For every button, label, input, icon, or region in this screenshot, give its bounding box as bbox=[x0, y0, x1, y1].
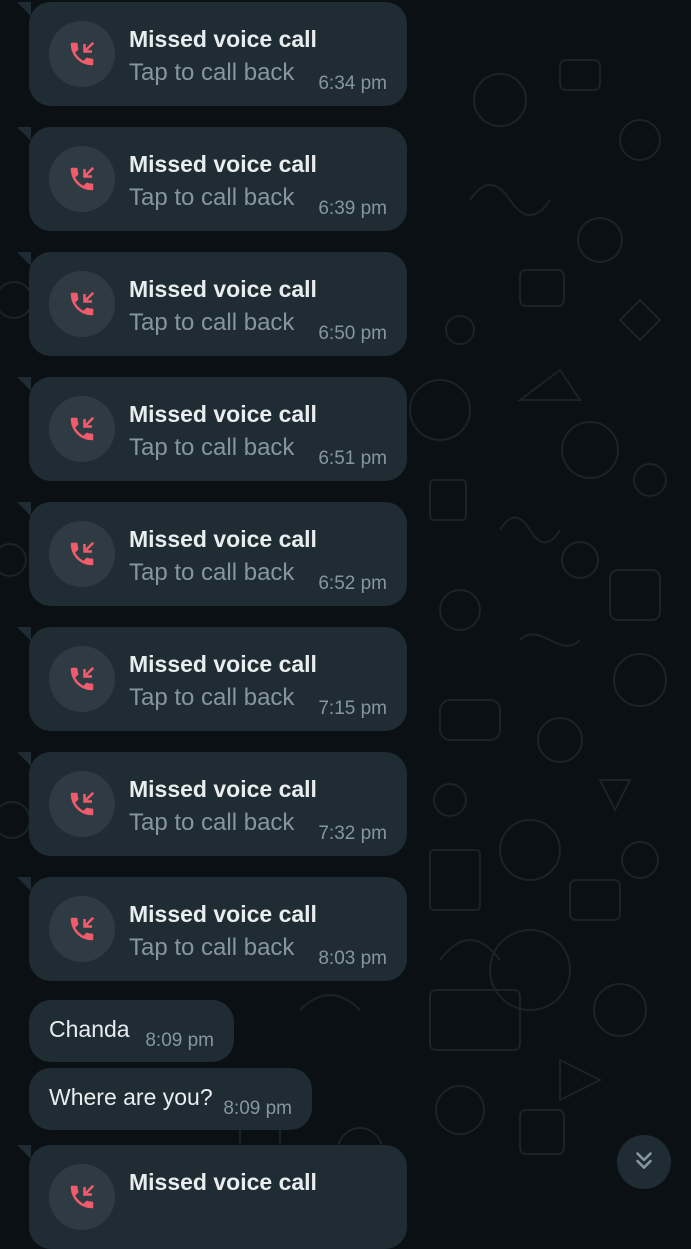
missed-call-bubble[interactable]: Missed voice call bbox=[17, 1145, 407, 1249]
missed-call-subtitle[interactable]: Tap to call back bbox=[129, 684, 294, 712]
text-message-bubble[interactable]: Chanda 8:09 pm bbox=[29, 1000, 234, 1062]
missed-call-bubble[interactable]: Missed voice call Tap to call back 6:34 pm bbox=[17, 2, 407, 106]
missed-call-icon bbox=[49, 896, 115, 962]
missed-call-title: Missed voice call bbox=[129, 901, 317, 927]
message-timestamp: 6:34 pm bbox=[318, 73, 387, 94]
missed-call-bubble[interactable]: Missed voice call Tap to call back 6:50 pm bbox=[17, 252, 407, 356]
missed-call-subtitle[interactable]: Tap to call back bbox=[129, 184, 294, 212]
missed-call-subtitle[interactable]: Tap to call back bbox=[129, 434, 294, 462]
missed-call-icon bbox=[49, 21, 115, 87]
message-timestamp: 7:32 pm bbox=[318, 823, 387, 844]
missed-call-title: Missed voice call bbox=[129, 776, 317, 802]
missed-call-bubble[interactable]: Missed voice call Tap to call back 6:52 pm bbox=[17, 502, 407, 606]
missed-call-subtitle[interactable]: Tap to call back bbox=[129, 559, 294, 587]
message-timestamp: 6:50 pm bbox=[318, 323, 387, 344]
missed-call-icon bbox=[49, 146, 115, 212]
missed-call-icon bbox=[49, 646, 115, 712]
double-chevron-down-icon bbox=[631, 1147, 657, 1178]
message-timestamp: 6:39 pm bbox=[318, 198, 387, 219]
message-timestamp: 8:09 pm bbox=[223, 1098, 292, 1119]
missed-call-icon bbox=[49, 396, 115, 462]
missed-call-bubble[interactable]: Missed voice call Tap to call back 8:03 pm bbox=[17, 877, 407, 981]
message-timestamp: 8:09 pm bbox=[145, 1030, 214, 1051]
missed-call-title: Missed voice call bbox=[129, 276, 317, 302]
chat-message-list[interactable]: Missed voice call Tap to call back 6:34 pm… bbox=[0, 0, 691, 1249]
missed-call-subtitle[interactable]: Tap to call back bbox=[129, 309, 294, 337]
missed-call-subtitle[interactable]: Tap to call back bbox=[129, 934, 294, 962]
missed-call-bubble[interactable]: Missed voice call Tap to call back 6:39 pm bbox=[17, 127, 407, 231]
missed-call-icon bbox=[49, 521, 115, 587]
missed-call-bubble[interactable]: Missed voice call Tap to call back 7:32 pm bbox=[17, 752, 407, 856]
missed-call-title: Missed voice call bbox=[129, 26, 317, 52]
message-timestamp: 6:52 pm bbox=[318, 573, 387, 594]
missed-call-subtitle[interactable]: Tap to call back bbox=[129, 809, 294, 837]
message-timestamp: 7:15 pm bbox=[318, 698, 387, 719]
scroll-to-bottom-button[interactable] bbox=[617, 1135, 671, 1189]
missed-call-bubble[interactable]: Missed voice call Tap to call back 7:15 pm bbox=[17, 627, 407, 731]
text-message-bubble[interactable]: Where are you? 8:09 pm bbox=[29, 1068, 312, 1130]
message-timestamp: 6:51 pm bbox=[318, 448, 387, 469]
missed-call-icon bbox=[49, 771, 115, 837]
message-timestamp: 8:03 pm bbox=[318, 948, 387, 969]
missed-call-title: Missed voice call bbox=[129, 526, 317, 552]
missed-call-title: Missed voice call bbox=[129, 651, 317, 677]
message-text: Chanda bbox=[49, 1016, 130, 1042]
missed-call-bubble[interactable]: Missed voice call Tap to call back 6:51 pm bbox=[17, 377, 407, 481]
missed-call-icon bbox=[49, 271, 115, 337]
missed-call-subtitle[interactable]: Tap to call back bbox=[129, 59, 294, 87]
missed-call-icon bbox=[49, 1164, 115, 1230]
message-text: Where are you? bbox=[49, 1084, 213, 1110]
missed-call-title: Missed voice call bbox=[129, 151, 317, 177]
missed-call-title: Missed voice call bbox=[129, 1169, 317, 1195]
missed-call-title: Missed voice call bbox=[129, 401, 317, 427]
